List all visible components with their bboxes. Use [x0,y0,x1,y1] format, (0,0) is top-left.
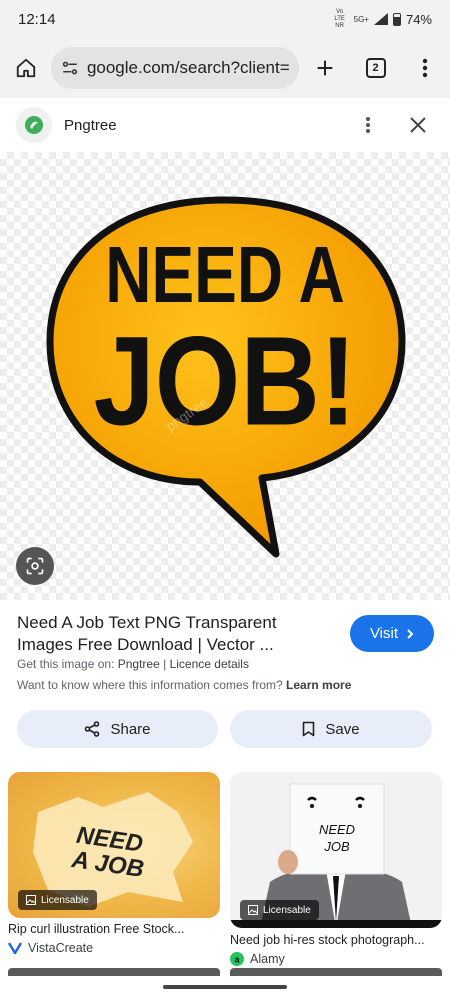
licensable-label: Licensable [263,904,311,916]
site-favicon [16,107,52,143]
home-icon [16,58,35,78]
image-icon [26,895,36,905]
related-source-name-2: Alamy [250,952,285,966]
site-settings-icon[interactable] [61,59,79,77]
need-a-job-speech-bubble: NEED A JOB! pngtree [46,196,406,558]
source-line: Get this image on: Pngtree | Licence det… [17,657,249,671]
result-title[interactable]: Need A Job Text PNG Transparent Images F… [17,612,337,656]
gesture-navigation-bar[interactable] [163,985,287,989]
visit-button[interactable]: Visit [350,615,434,652]
licensable-badge: Licensable [18,890,97,910]
plus-icon [317,60,332,76]
licensable-badge: Licensable [240,900,319,920]
more-vert-icon [422,58,427,78]
status-bar: 12:14 Vo LTE NR 5G+ 74% [0,0,450,38]
battery-level: 74% [405,11,432,27]
related-image-1[interactable]: NEED A JOB Licensable [8,772,220,918]
site-name: Pngtree [64,116,117,134]
share-icon [85,721,100,737]
more-results-strip[interactable] [8,968,442,976]
visit-label: Visit [369,625,399,642]
vistacreate-logo-icon [8,942,22,954]
share-label: Share [110,720,151,738]
battery-icon [392,12,401,26]
clock: 12:14 [18,10,56,28]
image-panel-header: Pngtree [0,100,450,150]
volte-indicator: Vo LTE NR [334,8,345,29]
licensable-label: Licensable [41,894,89,906]
source-name: Pngtree [117,657,160,671]
next-result-thumb-2[interactable] [230,968,442,976]
bubble-text-line1: NEED A [105,230,344,319]
network-type: 5G+ [353,14,369,24]
home-button[interactable] [10,52,41,84]
image-icon [248,905,258,915]
signal-icon [373,13,388,25]
lens-icon [26,557,44,575]
status-icons: Vo LTE NR 5G+ 74% [331,9,432,30]
card2-text-2: JOB [323,839,350,854]
address-bar[interactable]: google.com/search?client= [51,47,299,89]
more-vert-icon [366,117,370,133]
related-image-2[interactable]: NEED JOB Licensable [230,772,442,928]
new-tab-button[interactable] [309,52,340,84]
bookmark-icon [303,721,315,737]
close-icon [410,117,426,133]
tab-switcher-button[interactable]: 2 [360,52,391,84]
info-line: Want to know where this information come… [17,678,351,692]
pngtree-logo-icon [25,116,43,134]
browser-menu-button[interactable] [409,52,440,84]
related-title-2[interactable]: Need job hi-res stock photograph... [230,933,442,947]
related-source-2: a Alamy [230,952,285,966]
next-result-thumb-1[interactable] [8,968,220,976]
browser-toolbar: google.com/search?client= 2 [0,38,450,98]
tab-count: 2 [365,58,386,78]
url-text: google.com/search?client= [86,58,289,77]
info-question: Want to know where this information come… [17,678,283,692]
share-button[interactable]: Share [17,710,218,748]
save-label: Save [325,720,360,738]
related-source-1: VistaCreate [8,941,93,955]
panel-more-button[interactable] [352,109,384,141]
related-source-name-1: VistaCreate [28,941,94,955]
alamy-logo-icon: a [230,952,244,966]
main-image[interactable]: NEED A JOB! pngtree [0,152,450,600]
lens-search-button[interactable] [16,547,54,585]
close-panel-button[interactable] [402,109,434,141]
source-prefix: Get this image on: [17,657,115,671]
separator: | [163,657,167,671]
related-title-1[interactable]: Rip curl illustration Free Stock... [8,922,220,936]
learn-more-link[interactable]: Learn more [286,678,351,692]
bubble-text-line2: JOB! [94,311,357,452]
chevron-right-icon [407,628,414,639]
licence-details-link[interactable]: Licence details [170,657,249,671]
save-button[interactable]: Save [230,710,432,748]
card2-text-1: NEED [319,822,355,837]
